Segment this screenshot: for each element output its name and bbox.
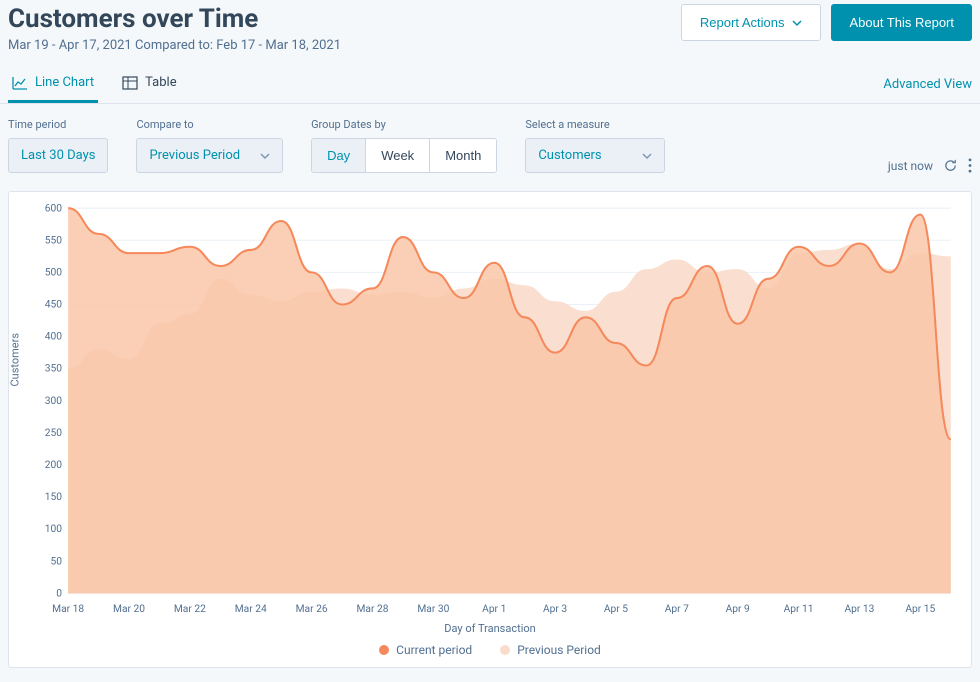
svg-text:Mar 22: Mar 22 <box>174 602 206 615</box>
advanced-view-link[interactable]: Advanced View <box>883 77 972 92</box>
tab-line-chart[interactable]: Line Chart <box>8 65 98 103</box>
svg-text:Apr 13: Apr 13 <box>844 602 874 615</box>
svg-text:250: 250 <box>45 426 62 439</box>
svg-text:550: 550 <box>45 233 62 246</box>
customers-chart: 0 50 100 150 200 250 300 350 400 450 500 550 600 Mar … <box>19 200 961 620</box>
measure-value: Customers <box>538 148 601 163</box>
legend-current-dot <box>379 645 389 655</box>
svg-text:0: 0 <box>56 586 62 599</box>
compare-to-label: Compare to <box>136 118 283 131</box>
chart-card: Customers 0 50 100 150 200 250 300 350 400 450 500… <box>8 191 972 668</box>
report-actions-label: Report Actions <box>700 15 785 30</box>
svg-text:Apr 11: Apr 11 <box>784 602 814 615</box>
report-actions-button[interactable]: Report Actions <box>681 4 822 41</box>
refresh-button[interactable] <box>943 158 958 173</box>
svg-text:Apr 7: Apr 7 <box>665 602 689 615</box>
measure-select[interactable]: Customers <box>525 138 665 173</box>
svg-text:Mar 24: Mar 24 <box>235 602 267 615</box>
svg-text:Mar 18: Mar 18 <box>52 602 84 615</box>
svg-text:150: 150 <box>45 490 62 503</box>
time-period-label: Time period <box>8 118 108 131</box>
y-axis-label: Customers <box>9 333 22 387</box>
svg-text:Mar 28: Mar 28 <box>356 602 388 615</box>
about-report-button[interactable]: About This Report <box>831 4 972 41</box>
chevron-down-icon <box>792 18 802 28</box>
svg-text:600: 600 <box>45 201 62 214</box>
compare-to-select[interactable]: Previous Period <box>136 138 283 173</box>
svg-text:Apr 15: Apr 15 <box>905 602 935 615</box>
svg-text:Apr 1: Apr 1 <box>482 602 506 615</box>
legend-previous: Previous Period <box>500 643 601 657</box>
x-axis-label: Day of Transaction <box>19 622 961 635</box>
svg-text:Apr 5: Apr 5 <box>604 602 628 615</box>
svg-text:Mar 26: Mar 26 <box>296 602 328 615</box>
group-week-button[interactable]: Week <box>366 139 430 172</box>
tab-table[interactable]: Table <box>118 65 180 103</box>
svg-text:Mar 20: Mar 20 <box>113 602 145 615</box>
svg-text:200: 200 <box>45 458 62 471</box>
chevron-down-icon <box>642 151 652 161</box>
group-dates-segmented: Day Week Month <box>311 138 497 173</box>
legend-current-label: Current period <box>396 643 472 657</box>
group-dates-label: Group Dates by <box>311 118 497 131</box>
svg-text:100: 100 <box>45 522 62 535</box>
chevron-down-icon <box>260 151 270 161</box>
legend-current: Current period <box>379 643 472 657</box>
svg-text:300: 300 <box>45 394 62 407</box>
svg-text:Apr 3: Apr 3 <box>543 602 567 615</box>
group-month-button[interactable]: Month <box>430 139 496 172</box>
table-icon <box>122 76 138 90</box>
refresh-timestamp: just now <box>888 159 933 173</box>
tab-line-chart-label: Line Chart <box>35 75 94 90</box>
svg-text:400: 400 <box>45 330 62 343</box>
date-range-subtitle: Mar 19 - Apr 17, 2021 Compared to: Feb 1… <box>8 38 341 53</box>
svg-text:Mar 30: Mar 30 <box>417 602 449 615</box>
svg-text:50: 50 <box>50 554 62 567</box>
group-day-button[interactable]: Day <box>312 139 366 172</box>
legend-previous-dot <box>500 645 510 655</box>
line-chart-icon <box>12 76 28 90</box>
tab-table-label: Table <box>145 75 176 90</box>
measure-label: Select a measure <box>525 118 665 131</box>
compare-to-value: Previous Period <box>149 148 240 163</box>
more-menu-button[interactable] <box>968 158 972 173</box>
more-vertical-icon <box>968 158 972 173</box>
legend-previous-label: Previous Period <box>517 643 601 657</box>
svg-text:350: 350 <box>45 362 62 375</box>
svg-text:450: 450 <box>45 298 62 311</box>
time-period-select[interactable]: Last 30 Days <box>8 138 108 173</box>
svg-text:500: 500 <box>45 265 62 278</box>
refresh-icon <box>943 158 958 173</box>
svg-text:Apr 9: Apr 9 <box>726 602 750 615</box>
page-title: Customers over Time <box>8 4 341 34</box>
